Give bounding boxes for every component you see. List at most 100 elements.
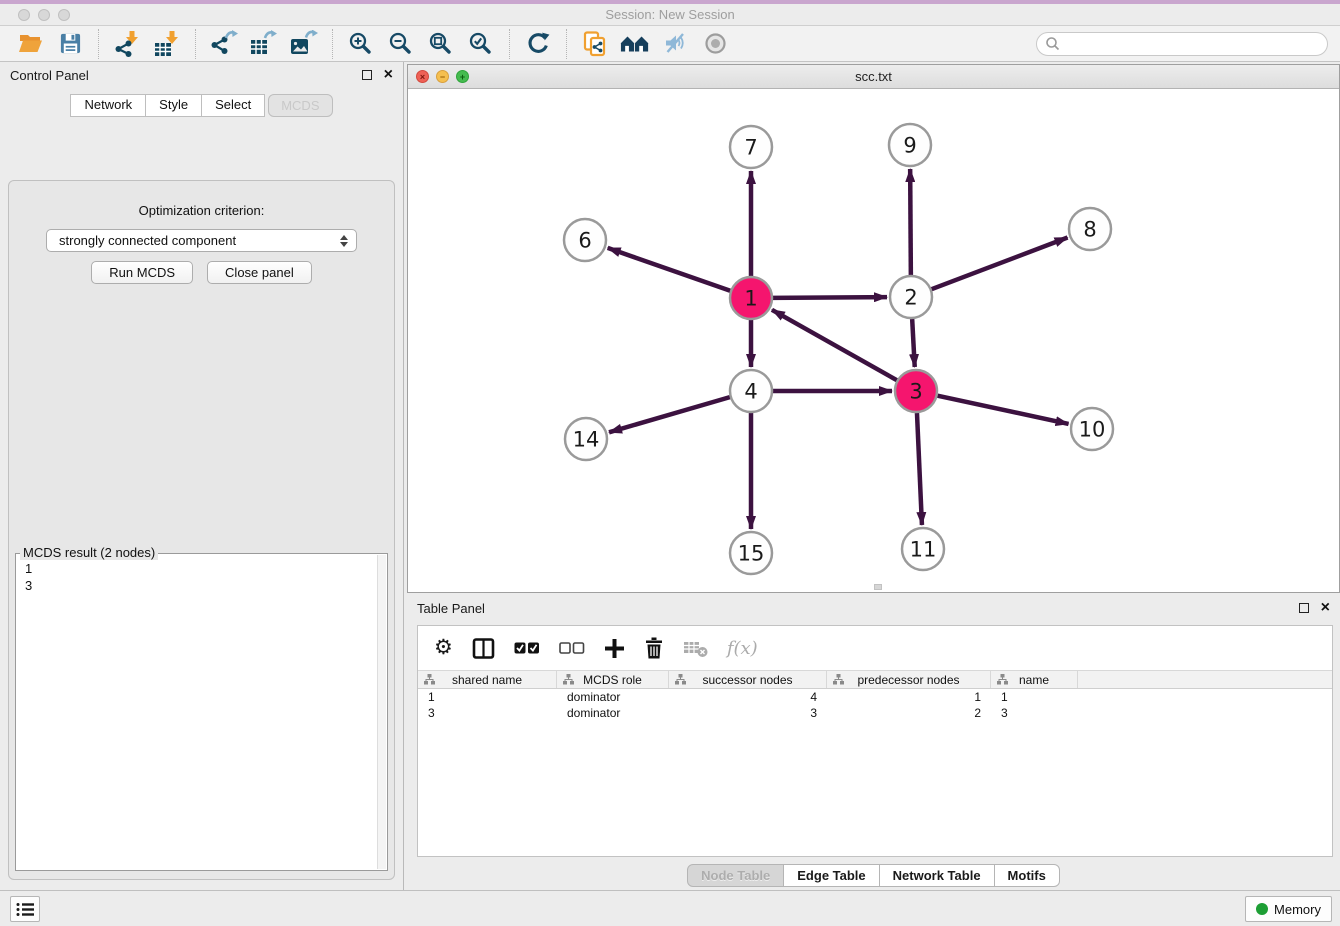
export-network-icon[interactable] bbox=[209, 30, 239, 58]
select-all-rows-icon[interactable] bbox=[514, 635, 540, 661]
delete-row-icon[interactable] bbox=[644, 635, 664, 661]
graph-node-7[interactable]: 7 bbox=[730, 126, 772, 168]
column-header-successor-nodes[interactable]: successor nodes bbox=[669, 671, 827, 688]
graph-node-3[interactable]: 3 bbox=[895, 370, 937, 412]
edge-4-14[interactable] bbox=[609, 397, 730, 432]
tab-edge-table[interactable]: Edge Table bbox=[783, 864, 879, 887]
tab-node-table[interactable]: Node Table bbox=[687, 864, 784, 887]
search-input[interactable] bbox=[1061, 34, 1327, 54]
table-cell: 2 bbox=[827, 705, 991, 721]
table-cell: dominator bbox=[557, 689, 669, 705]
tab-network[interactable]: Network bbox=[70, 94, 146, 117]
tab-mcds[interactable]: MCDS bbox=[268, 94, 332, 117]
graph-node-1[interactable]: 1 bbox=[730, 277, 772, 319]
close-table-panel-icon[interactable]: × bbox=[1321, 603, 1330, 613]
mcds-result-lines: 1 3 bbox=[17, 558, 375, 869]
window-title: Session: New Session bbox=[0, 7, 1340, 22]
add-row-icon[interactable] bbox=[604, 635, 625, 661]
svg-text:8: 8 bbox=[1083, 218, 1096, 242]
mcds-tab-content: Optimization criterion: strongly connect… bbox=[8, 180, 395, 880]
refresh-view-icon[interactable] bbox=[523, 30, 553, 58]
network-window-title: scc.txt bbox=[408, 69, 1339, 84]
zoom-in-icon[interactable] bbox=[346, 30, 376, 58]
run-mcds-button[interactable]: Run MCDS bbox=[91, 261, 193, 284]
svg-text:14: 14 bbox=[573, 428, 600, 452]
edge-2-8[interactable] bbox=[932, 238, 1068, 290]
close-panel-button[interactable]: Close panel bbox=[207, 261, 312, 284]
column-header-name[interactable]: name bbox=[991, 671, 1078, 688]
graph-node-10[interactable]: 10 bbox=[1071, 408, 1113, 450]
import-table-icon[interactable] bbox=[152, 30, 182, 58]
result-scrollbar[interactable] bbox=[377, 555, 386, 869]
edge-3-1[interactable] bbox=[772, 310, 897, 380]
control-panel: Control Panel × NetworkStyleSelectMCDS O… bbox=[0, 62, 404, 890]
session-home-icon[interactable] bbox=[620, 30, 650, 58]
export-image-icon[interactable] bbox=[289, 30, 319, 58]
graph-node-8[interactable]: 8 bbox=[1069, 208, 1111, 250]
table-row[interactable]: 3dominator323 bbox=[418, 705, 1332, 721]
graph-node-14[interactable]: 14 bbox=[565, 418, 607, 460]
zoom-out-icon[interactable] bbox=[386, 30, 416, 58]
table-body: 1dominator4113dominator323 bbox=[418, 689, 1332, 721]
graph-node-4[interactable]: 4 bbox=[730, 370, 772, 412]
table-settings-icon[interactable]: ⚙ bbox=[434, 635, 453, 661]
graph-node-2[interactable]: 2 bbox=[890, 276, 932, 318]
visibility-icon[interactable] bbox=[700, 30, 730, 58]
mute-icon[interactable] bbox=[660, 30, 690, 58]
memory-label: Memory bbox=[1274, 902, 1321, 917]
svg-text:1: 1 bbox=[744, 287, 757, 311]
column-header-MCDS-role[interactable]: MCDS role bbox=[557, 671, 669, 688]
table-tabs: Node TableEdge TableNetwork TableMotifs bbox=[407, 864, 1340, 887]
tab-select[interactable]: Select bbox=[201, 94, 265, 117]
status-bar: Memory bbox=[0, 890, 1340, 926]
import-network-icon[interactable] bbox=[112, 30, 142, 58]
function-builder-icon[interactable]: f(x) bbox=[727, 635, 758, 661]
graph-node-11[interactable]: 11 bbox=[902, 528, 944, 570]
close-panel-icon[interactable]: × bbox=[384, 70, 393, 80]
app-titlebar: Session: New Session bbox=[0, 0, 1340, 26]
column-header-shared-name[interactable]: shared name bbox=[418, 671, 557, 688]
svg-text:9: 9 bbox=[903, 134, 916, 158]
tab-motifs[interactable]: Motifs bbox=[994, 864, 1060, 887]
canvas-resize-handle[interactable] bbox=[874, 584, 882, 590]
tab-style[interactable]: Style bbox=[145, 94, 202, 117]
task-history-button[interactable] bbox=[10, 896, 40, 922]
edge-3-10[interactable] bbox=[938, 396, 1069, 424]
network-canvas[interactable]: 1 2 3 4 6 7 8 9 10 11 14 15 bbox=[408, 89, 1339, 592]
control-panel-title: Control Panel bbox=[10, 68, 89, 83]
save-session-icon[interactable] bbox=[55, 30, 85, 58]
edge-1-6[interactable] bbox=[608, 248, 731, 291]
tab-network-table[interactable]: Network Table bbox=[879, 864, 995, 887]
optimization-criterion-label: Optimization criterion: bbox=[9, 203, 394, 218]
graph-node-6[interactable]: 6 bbox=[564, 219, 606, 261]
mcds-result-box: MCDS result (2 nodes) 1 3 bbox=[15, 553, 388, 871]
edge-2-9[interactable] bbox=[910, 169, 911, 275]
graph-node-15[interactable]: 15 bbox=[730, 532, 772, 574]
optimization-criterion-select[interactable]: strongly connected component bbox=[46, 229, 357, 252]
edge-3-11[interactable] bbox=[917, 413, 922, 525]
float-panel-icon[interactable] bbox=[362, 70, 372, 80]
svg-text:7: 7 bbox=[744, 136, 757, 160]
edge-1-2[interactable] bbox=[773, 297, 887, 298]
table-panel-title: Table Panel bbox=[417, 601, 485, 616]
table-header-row[interactable]: shared nameMCDS rolesuccessor nodesprede… bbox=[418, 670, 1332, 689]
zoom-selected-icon[interactable] bbox=[466, 30, 496, 58]
column-header-predecessor-nodes[interactable]: predecessor nodes bbox=[827, 671, 991, 688]
svg-text:2: 2 bbox=[904, 286, 917, 310]
clone-network-icon[interactable] bbox=[580, 30, 610, 58]
float-table-panel-icon[interactable] bbox=[1299, 603, 1309, 613]
edge-2-3[interactable] bbox=[912, 319, 915, 367]
column-view-icon[interactable] bbox=[472, 635, 495, 661]
network-graph[interactable]: 1 2 3 4 6 7 8 9 10 11 14 15 bbox=[408, 89, 1339, 592]
select-stepper-icon bbox=[340, 235, 348, 247]
zoom-fit-icon[interactable] bbox=[426, 30, 456, 58]
open-session-icon[interactable] bbox=[15, 30, 45, 58]
deselect-all-rows-icon[interactable] bbox=[559, 635, 585, 661]
export-table-icon[interactable] bbox=[249, 30, 279, 58]
toolbar-separator bbox=[566, 29, 567, 59]
delete-table-icon[interactable] bbox=[683, 635, 708, 661]
network-window-titlebar[interactable]: × − + scc.txt bbox=[408, 65, 1339, 89]
table-row[interactable]: 1dominator411 bbox=[418, 689, 1332, 705]
memory-button[interactable]: Memory bbox=[1245, 896, 1332, 922]
graph-node-9[interactable]: 9 bbox=[889, 124, 931, 166]
